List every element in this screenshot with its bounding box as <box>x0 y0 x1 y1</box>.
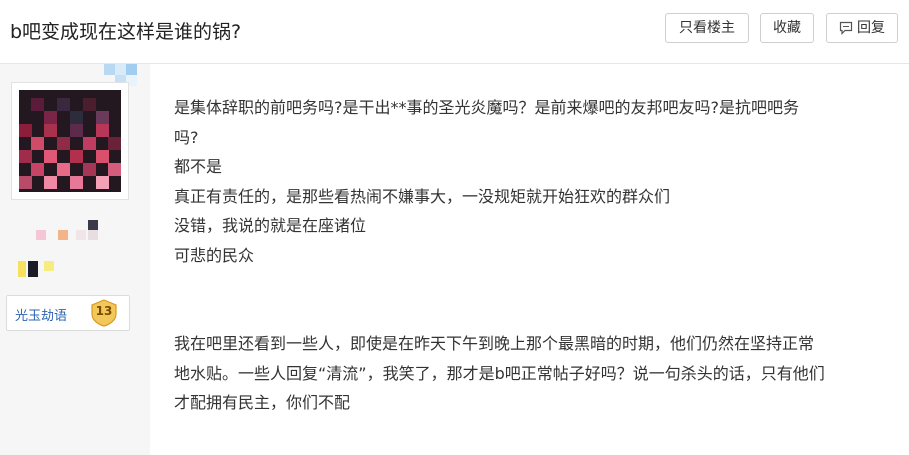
post-line: 我在吧里还看到一些人，即使是在昨天下午到晚上那个最黑暗的时期，他们仍然在坚持正常 <box>174 334 815 353</box>
post-line: 地水贴。一些人回复“清流”，我笑了，那才是b吧正常帖子好吗？说一句杀头的话，只有… <box>174 363 825 383</box>
reply-button[interactable]: 回复 <box>826 13 898 43</box>
post-paragraph-2: 我在吧里还看到一些人，即使是在昨天下午到晚上那个最黑暗的时期，他们仍然在坚持正常… <box>174 329 889 418</box>
post-line: 吗? <box>174 127 199 147</box>
post-line: 是集体辞职的前吧务吗?是干出**事的圣光炎魔吗？是前来爆吧的友邦吧友吗?是抗吧吧… <box>174 98 799 117</box>
avatar[interactable] <box>11 82 129 200</box>
post-line: 可悲的民众 <box>174 245 255 265</box>
thread-header: b吧变成现在这样是谁的锅? 只看楼主 收藏 回复 <box>0 0 909 64</box>
post-line: 没错，我说的就是在座诸位 <box>174 216 367 235</box>
only-op-button[interactable]: 只看楼主 <box>665 13 749 43</box>
reply-button-label: 回复 <box>857 20 885 36</box>
username[interactable]: 光玉劫语 <box>15 305 67 324</box>
comment-icon <box>839 21 853 35</box>
post-line: 才配拥有民主，你们不配 <box>174 393 351 412</box>
pixelated-avatar-icon <box>19 90 121 192</box>
level-badge: 13 <box>90 299 118 327</box>
author-sidebar: 光玉劫语 13 <box>0 64 150 455</box>
thread-title: b吧变成现在这样是谁的锅? <box>10 21 242 43</box>
post-line: 都不是 <box>174 157 223 176</box>
post-line: 真正有责任的，是那些看热闹不嫌事大，一没规矩就开始狂欢的群众们 <box>174 186 671 206</box>
username-card: 光玉劫语 13 <box>6 295 130 331</box>
favorite-button[interactable]: 收藏 <box>760 13 814 43</box>
level-number: 13 <box>95 304 113 318</box>
post-paragraph-1: 是集体辞职的前吧务吗?是干出**事的圣光炎魔吗？是前来爆吧的友邦吧友吗?是抗吧吧… <box>174 93 874 270</box>
